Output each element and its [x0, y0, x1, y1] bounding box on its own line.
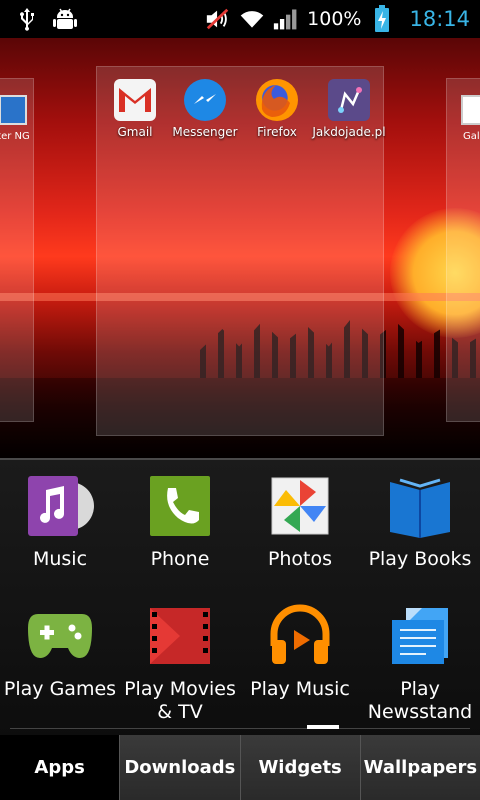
status-bar: 100% 18:14: [0, 0, 480, 38]
music-icon: [26, 472, 94, 540]
home-panel-right[interactable]: Gal: [446, 78, 480, 422]
battery-charging-icon: [369, 5, 395, 32]
jakdojade-icon: [328, 79, 370, 121]
app-play-newsstand[interactable]: Play Newsstand: [360, 602, 480, 724]
play-movies-icon: [146, 602, 214, 670]
clock: 18:14: [409, 7, 470, 31]
app-label: Play Newsstand: [367, 678, 473, 723]
gallery-icon: [461, 95, 480, 125]
home-panel-center[interactable]: Gmail Messenger Firefox Jakdojade.pl: [96, 66, 387, 436]
app-label: Play Games: [3, 678, 117, 700]
wifi-icon: [239, 6, 265, 32]
home-app-gmail[interactable]: Gmail: [97, 79, 173, 139]
photos-icon: [266, 472, 334, 540]
app-play-music[interactable]: Play Music: [240, 602, 360, 701]
signal-icon: [273, 6, 299, 32]
battery-percent: 100%: [307, 8, 362, 30]
tab-downloads[interactable]: Downloads: [119, 735, 240, 800]
app-label: Play Music: [250, 678, 350, 700]
home-app-label: Gmail: [117, 125, 153, 139]
app-label: Play Books: [368, 548, 472, 570]
play-music-icon: [266, 602, 334, 670]
home-app-label: Jakdojade.pl: [312, 125, 386, 139]
drawer-tabs: Apps Downloads Widgets Wallpapers: [0, 735, 480, 800]
app-label: Play Movies & TV: [124, 678, 236, 723]
left-panel-label: eter NG: [0, 131, 30, 142]
page-indicator: [307, 725, 339, 729]
speedometer-icon: [0, 95, 27, 125]
app-play-movies[interactable]: Play Movies & TV: [120, 602, 240, 724]
app-play-books[interactable]: Play Books: [360, 472, 480, 571]
app-phone[interactable]: Phone: [120, 472, 240, 571]
home-app-firefox[interactable]: Firefox: [239, 79, 315, 139]
messenger-icon: [184, 79, 226, 121]
phone-icon: [146, 472, 214, 540]
android-debug-icon: [52, 6, 78, 32]
firefox-icon: [256, 79, 298, 121]
app-photos[interactable]: Photos: [240, 472, 360, 571]
play-newsstand-icon: [386, 602, 454, 670]
home-screen-preview[interactable]: eter NG Gmail Messenger Firefox Jakdojad…: [0, 38, 480, 458]
home-app-label: Messenger: [172, 125, 238, 139]
home-app-jakdojade[interactable]: Jakdojade.pl: [311, 79, 387, 139]
right-panel-label: Gal: [463, 131, 480, 142]
tab-wallpapers[interactable]: Wallpapers: [359, 735, 480, 800]
app-music[interactable]: Music: [0, 472, 120, 571]
drawer-divider: [10, 728, 470, 729]
app-drawer: Music Phone Photos Play Books Play Games…: [0, 458, 480, 738]
app-play-games[interactable]: Play Games: [0, 602, 120, 701]
play-books-icon: [386, 472, 454, 540]
home-panel-left[interactable]: eter NG: [0, 78, 34, 422]
volume-muted-icon: [205, 6, 231, 32]
gmail-icon: [114, 79, 156, 121]
app-label: Music: [32, 548, 88, 570]
app-label: Phone: [150, 548, 210, 570]
tab-widgets[interactable]: Widgets: [239, 735, 360, 800]
home-app-messenger[interactable]: Messenger: [167, 79, 243, 139]
home-app-label: Firefox: [257, 125, 297, 139]
tab-apps[interactable]: Apps: [0, 735, 120, 800]
app-label: Photos: [267, 548, 333, 570]
usb-icon: [14, 6, 40, 32]
play-games-icon: [26, 602, 94, 670]
